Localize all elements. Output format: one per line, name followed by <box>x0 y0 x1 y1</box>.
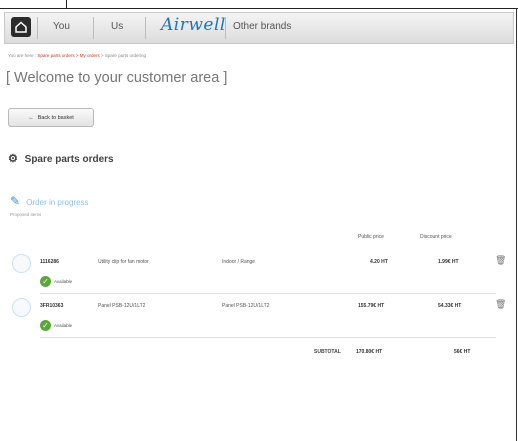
row-discount-price: 1.99€ HT <box>438 259 459 265</box>
home-icon[interactable] <box>11 17 31 37</box>
airwell-logo[interactable]: Airwell <box>161 15 226 35</box>
back-arrow-icon: ← <box>28 114 34 121</box>
row-public-price: 4.20 HT <box>370 259 388 265</box>
column-public-price: Public price <box>358 234 384 240</box>
row-model: Panel PSB-12U/1LT2 <box>222 303 270 309</box>
breadcrumb-prefix: You are here : <box>8 53 37 58</box>
row-model: Indoor / Range <box>222 259 256 265</box>
row-reference: 3FR10363 <box>40 303 64 309</box>
trash-icon[interactable]: 🗑 <box>495 255 506 266</box>
trash-icon[interactable]: 🗑 <box>495 299 506 310</box>
order-in-progress-link[interactable]: ✎ Order in progress <box>10 194 89 208</box>
edit-icon: ✎ <box>10 194 21 208</box>
check-icon: ✓ <box>40 276 51 287</box>
subtotal-discount: 56€ HT <box>454 349 471 355</box>
subtotal-label: SUBTOTAL <box>314 349 341 355</box>
back-button-label: Back to basket <box>37 114 74 121</box>
row-reference: 1116286 <box>40 259 59 265</box>
status-badge: ✓ Available <box>40 320 72 331</box>
nav-item-us[interactable]: Us <box>111 21 123 32</box>
row-discount-price: 54.33€ HT <box>438 303 462 309</box>
house-icon <box>15 21 27 33</box>
top-rule <box>0 8 518 9</box>
order-link-label: Order in progress <box>26 198 89 207</box>
nav-separator <box>225 17 226 39</box>
status-label: Available <box>54 323 73 328</box>
order-subtitle: Proposed items <box>10 212 42 217</box>
nav-separator <box>37 17 38 39</box>
breadcrumb: You are here : Spare parts orders > My o… <box>8 53 146 58</box>
check-icon: ✓ <box>40 320 51 331</box>
row-public-price: 155.79€ HT <box>358 303 385 309</box>
side-rule <box>516 8 517 441</box>
column-discount-price: Discount price <box>420 234 452 240</box>
breadcrumb-current: > Spare parts ordering <box>101 53 146 58</box>
section-title: ⚙ Spare parts orders <box>8 152 114 165</box>
subtotal-public: 170.80€ HT <box>356 349 383 355</box>
nav-item-you[interactable]: You <box>53 21 70 32</box>
row-select-circle[interactable] <box>12 254 31 273</box>
nav-separator <box>93 17 94 39</box>
page-title: [ Welcome to your customer area ] <box>6 70 228 86</box>
breadcrumb-link[interactable]: Spare parts orders > My orders <box>37 53 99 58</box>
status-label: Available <box>54 279 73 284</box>
row-description: Panel PSB-12U/1LT2 <box>98 303 146 309</box>
row-divider <box>40 337 496 338</box>
row-description: Utility clip for fan motor <box>98 259 149 265</box>
browser-frame: You Us Airwell Other brands You are here… <box>0 0 518 441</box>
nav-separator <box>145 17 146 39</box>
row-select-circle[interactable] <box>12 298 31 317</box>
top-navbar: You Us Airwell Other brands <box>4 12 514 44</box>
gear-icon: ⚙ <box>8 153 18 165</box>
status-badge: ✓ Available <box>40 276 72 287</box>
section-title-label: Spare parts orders <box>24 154 114 165</box>
nav-item-other-brands[interactable]: Other brands <box>233 21 291 32</box>
back-to-basket-button[interactable]: ← Back to basket <box>8 108 94 127</box>
row-divider <box>40 293 496 294</box>
